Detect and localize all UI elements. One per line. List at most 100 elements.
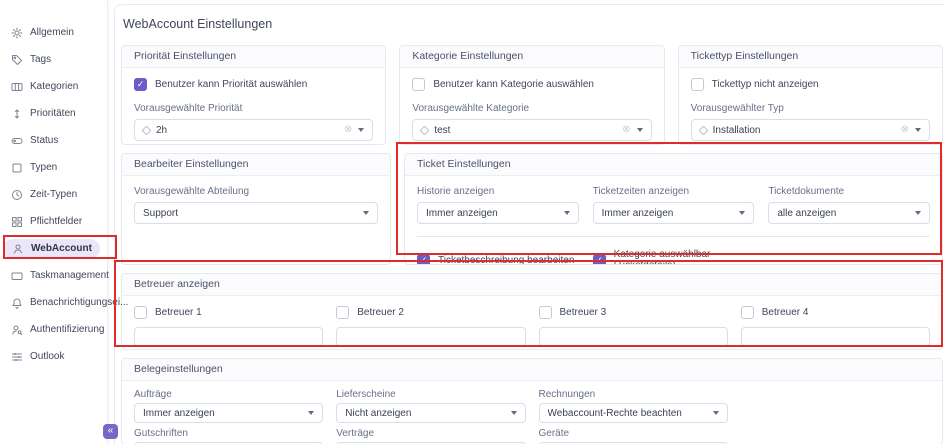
ticketbeschreibung-checkbox[interactable] [417, 254, 430, 266]
checkbox-label: Betreuer 3 [560, 307, 607, 318]
betreuer2-checkbox[interactable] [336, 306, 349, 319]
field-label: Vorausgewählte Kategorie [412, 103, 651, 114]
field-label: Ticketdokumente [768, 186, 930, 197]
select-value: Nicht anzeigen [345, 408, 504, 419]
select-value: Installation [713, 125, 895, 136]
auftraege-select[interactable]: Immer anzeigen [134, 403, 323, 423]
toggle-icon [11, 135, 23, 147]
sidebar-item-kategorien[interactable]: Kategorien [0, 73, 107, 100]
field-label: Lieferscheine [336, 389, 525, 400]
sidebar-item-allgemein[interactable]: Allgemein [0, 19, 107, 46]
kategorie-select[interactable]: test ⊗ [412, 119, 651, 141]
divider [417, 236, 930, 237]
sidebar-item-typen[interactable]: Typen [0, 154, 107, 181]
ticketzeiten-select[interactable]: Immer anzeigen [593, 202, 755, 224]
clear-icon[interactable]: ⊗ [901, 125, 909, 135]
square-icon [11, 162, 23, 174]
betreuer4-input[interactable] [741, 327, 930, 347]
chevron-down-icon [915, 211, 921, 215]
grid-icon [11, 216, 23, 228]
select-value: Immer anzeigen [143, 408, 302, 419]
sidebar-item-taskmanagement[interactable]: Taskmanagement [0, 262, 107, 289]
sidebar-item-pflichtfelder[interactable]: Pflichtfelder [0, 208, 107, 235]
sidebar-item-status[interactable]: Status [0, 127, 107, 154]
clear-icon[interactable]: ⊗ [622, 125, 630, 135]
card-title: Bearbeiter Einstellungen [122, 154, 390, 176]
field-label: Rechnungen [539, 389, 728, 400]
up-down-arrows-icon [11, 108, 23, 120]
betreuer1-checkbox[interactable] [134, 306, 147, 319]
sidebar-item-tags[interactable]: Tags [0, 46, 107, 73]
tickettyp-card: Tickettyp Einstellungen Tickettyp nicht … [678, 45, 943, 145]
betreuer3-checkbox[interactable] [539, 306, 552, 319]
historie-select[interactable]: Immer anzeigen [417, 202, 579, 224]
clear-icon[interactable]: ⊗ [344, 125, 352, 135]
checkbox-label: Ticketbeschreibung bearbeiten [438, 255, 574, 266]
select-value: test [434, 125, 616, 136]
beleg-card: Belegeinstellungen Aufträge Immer anzeig… [121, 358, 943, 444]
field-label: Aufträge [134, 389, 323, 400]
sidebar-collapse-button[interactable]: « [103, 424, 118, 439]
columns-icon [11, 81, 23, 93]
betreuer4-checkbox[interactable] [741, 306, 754, 319]
chevron-down-icon [739, 211, 745, 215]
rechnungen-select[interactable]: Webaccount-Rechte beachten [539, 403, 728, 423]
card-title: Ticket Einstellungen [405, 154, 942, 176]
sidebar-item-webaccount[interactable]: WebAccount [0, 235, 107, 262]
ticketdokumente-select[interactable]: alle anzeigen [768, 202, 930, 224]
checkbox-label: Betreuer 1 [155, 307, 202, 318]
select-value: Support [143, 208, 357, 219]
checkbox-label: Benutzer kann Priorität auswählen [155, 79, 307, 90]
user-icon [12, 243, 24, 255]
card-title: Kategorie Einstellungen [400, 46, 663, 68]
card-title: Belegeinstellungen [122, 359, 942, 381]
sidebar-item-benachrichtigung[interactable]: Benachrichtigungsei... [0, 289, 107, 316]
sidebar: Allgemein Tags Kategorien Prioritäten St… [0, 0, 108, 444]
sliders-icon [11, 351, 23, 363]
board-icon [11, 270, 23, 282]
chevron-down-icon [637, 128, 643, 132]
betreuer1-input[interactable] [134, 327, 323, 347]
prioritaet-checkbox[interactable] [134, 78, 147, 91]
lieferscheine-select[interactable]: Nicht anzeigen [336, 403, 525, 423]
checkbox-label: Tickettyp nicht anzeigen [712, 79, 819, 90]
sidebar-item-prioritaeten[interactable]: Prioritäten [0, 100, 107, 127]
sidebar-item-authentifizierung[interactable]: Authentifizierung [0, 316, 107, 343]
chevron-down-icon [363, 211, 369, 215]
main-panel: WebAccount Einstellungen Priorität Einst… [114, 4, 945, 444]
sidebar-item-label: Prioritäten [30, 108, 76, 119]
kategorie-card: Kategorie Einstellungen Benutzer kann Ka… [399, 45, 664, 145]
betreuer3-input[interactable] [539, 327, 728, 347]
prioritaet-select[interactable]: 2h ⊗ [134, 119, 373, 141]
sidebar-item-label: Kategorien [30, 81, 78, 92]
field-label: Geräte [539, 428, 728, 439]
betreuer-card: Betreuer anzeigen Betreuer 1 Betreuer 2 [121, 273, 943, 350]
checkbox-label: Betreuer 4 [762, 307, 809, 318]
kategorie-checkbox[interactable] [412, 78, 425, 91]
sidebar-item-label: Tags [30, 54, 51, 65]
bell-icon [11, 297, 23, 309]
field-label: Verträge [336, 428, 525, 439]
sidebar-item-zeit-typen[interactable]: Zeit-Typen [0, 181, 107, 208]
chevron-down-icon [511, 411, 517, 415]
abteilung-select[interactable]: Support [134, 202, 378, 224]
sidebar-item-outlook[interactable]: Outlook [0, 343, 107, 370]
field-label: Vorausgewählte Abteilung [134, 186, 378, 197]
sidebar-item-label: Taskmanagement [30, 270, 109, 281]
tickettyp-checkbox[interactable] [691, 78, 704, 91]
field-label: Vorausgewählte Priorität [134, 103, 373, 114]
field-label: Ticketzeiten anzeigen [593, 186, 755, 197]
card-title: Tickettyp Einstellungen [679, 46, 942, 68]
diamond-icon [142, 125, 152, 135]
sidebar-item-label: Pflichtfelder [30, 216, 82, 227]
checkbox-label: Betreuer 2 [357, 307, 404, 318]
sidebar-item-label: Outlook [30, 351, 64, 362]
sidebar-item-label: Typen [30, 162, 57, 173]
betreuer2-input[interactable] [336, 327, 525, 347]
ticket-card: Ticket Einstellungen Historie anzeigen I… [404, 153, 943, 265]
sidebar-item-label: WebAccount [31, 243, 92, 254]
tickettyp-select[interactable]: Installation ⊗ [691, 119, 930, 141]
card-title: Priorität Einstellungen [122, 46, 385, 68]
field-label: Gutschriften [134, 428, 323, 439]
kategorie-auswaehlbar-checkbox[interactable] [593, 254, 606, 266]
